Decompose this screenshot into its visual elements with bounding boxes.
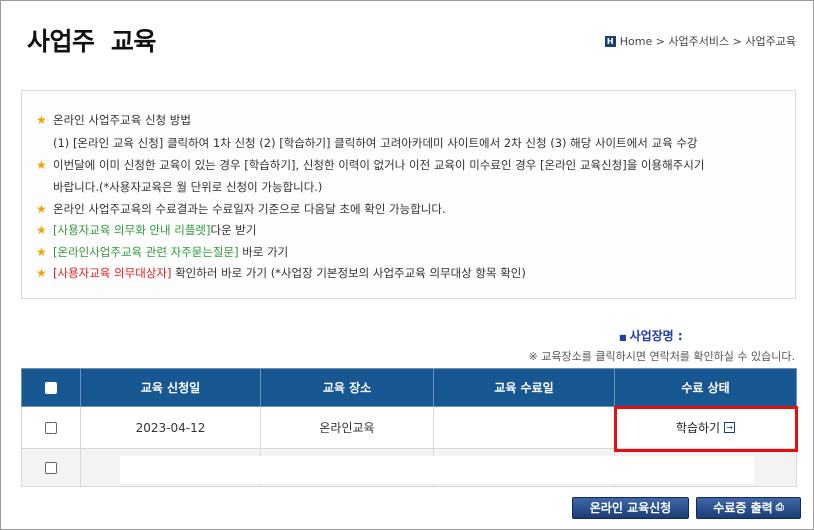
- study-button[interactable]: 학습하기 →: [675, 419, 736, 436]
- notice-line: ★ [사용자교육 의무대상자] 확인하러 바로 가기 (*사업장 기본정보의 사…: [36, 265, 526, 281]
- star-icon: ★: [36, 158, 47, 172]
- column-header: 교육 장소: [260, 368, 434, 407]
- notice-text: 다운 받기: [210, 223, 257, 237]
- square-bullet-icon: ■: [619, 333, 627, 342]
- redacted-area: [120, 456, 754, 484]
- notice-text: (1) [온라인 교육 신청] 클릭하여 1차 신청 (2) [학습하기] 클릭…: [53, 136, 698, 150]
- notice-box: ★ 온라인 사업주교육 신청 방법 (1) [온라인 교육 신청] 클릭하여 1…: [21, 90, 796, 299]
- notice-line: ★ 온라인 사업주교육 신청 방법: [36, 112, 191, 128]
- notice-text: 바랍니다.(*사용자교육은 월 단위로 신청이 가능합니다.): [53, 180, 323, 194]
- notice-line: ★ [사용자교육 의무화 안내 리플렛] 다운 받기: [36, 222, 256, 238]
- page-title: 사업주 교육: [27, 27, 156, 56]
- breadcrumb-separator: >: [652, 34, 669, 48]
- row-checkbox[interactable]: [45, 462, 57, 474]
- notice-line: (1) [온라인 교육 신청] 클릭하여 1차 신청 (2) [학습하기] 클릭…: [53, 135, 698, 151]
- leaflet-download-link[interactable]: [사용자교육 의무화 안내 리플렛]: [53, 222, 210, 238]
- breadcrumb-business-service[interactable]: 사업주서비스: [668, 33, 729, 49]
- home-icon: H: [604, 35, 616, 47]
- apply-date-cell: 2023-04-12: [80, 406, 261, 449]
- enter-icon: →: [724, 422, 736, 433]
- column-header: 교육 신청일: [80, 368, 261, 407]
- business-name-text: 사업장명 :: [629, 329, 683, 343]
- faq-link[interactable]: [온라인사업주교육 관련 자주묻는질문]: [53, 244, 239, 260]
- select-all-cell: [21, 368, 81, 407]
- column-header: 수료 상태: [614, 368, 797, 407]
- star-icon: ★: [36, 202, 47, 216]
- study-label: 학습하기: [675, 421, 721, 435]
- notice-line: ★ 온라인 사업주교육의 수료결과는 수료일자 기준으로 다음달 초에 확인 가…: [36, 201, 446, 217]
- notice-text: 이번달에 이미 신청한 교육이 있는 경우 [학습하기], 신청한 이력이 없거…: [53, 158, 705, 172]
- online-apply-button[interactable]: 온라인 교육신청: [572, 497, 689, 519]
- completed-date-cell: [433, 406, 615, 449]
- star-icon: ★: [36, 245, 47, 259]
- breadcrumb-current: 사업주교육: [745, 35, 796, 48]
- notice-text: 온라인 사업주교육의 수료결과는 수료일자 기준으로 다음달 초에 확인 가능합…: [53, 202, 446, 216]
- column-header: 교육 수료일: [433, 368, 615, 407]
- notice-text: 확인하러 바로 가기 (*사업장 기본정보의 사업주교육 의무대상 항목 확인): [171, 266, 526, 280]
- table-header-row: 교육 신청일 교육 장소 교육 수료일 수료 상태: [21, 368, 797, 407]
- star-icon: ★: [36, 266, 47, 280]
- table-row: 2023-04-12 온라인교육 학습하기 →: [21, 406, 797, 449]
- notice-line: ★ 이번달에 이미 신청한 교육이 있는 경우 [학습하기], 신청한 이력이 …: [36, 157, 704, 173]
- notice-text: 온라인 사업주교육 신청 방법: [53, 113, 191, 127]
- print-icon: ⎙: [775, 502, 784, 513]
- row-select-cell: [21, 448, 81, 487]
- notice-line: 바랍니다.(*사용자교육은 월 단위로 신청이 가능합니다.): [53, 179, 322, 195]
- breadcrumb: H Home > 사업주서비스 > 사업주교육: [604, 33, 796, 49]
- certificate-print-label: 수료증 출력: [713, 501, 773, 515]
- notice-line: ★ [온라인사업주교육 관련 자주묻는질문] 바로 가기: [36, 244, 288, 260]
- notice-text: 바로 가기: [238, 245, 289, 259]
- status-cell: 학습하기 →: [614, 406, 797, 449]
- business-name-label: ■ 사업장명 :: [619, 327, 683, 344]
- place-hint: ※ 교육장소를 클릭하시면 연락처를 확인하실 수 있습니다.: [528, 350, 795, 363]
- breadcrumb-separator: >: [729, 34, 746, 48]
- row-checkbox[interactable]: [45, 422, 57, 434]
- breadcrumb-home[interactable]: Home: [620, 35, 652, 48]
- mandatory-target-link[interactable]: [사용자교육 의무대상자]: [53, 265, 171, 281]
- select-all-checkbox[interactable]: [45, 382, 57, 394]
- place-cell[interactable]: 온라인교육: [260, 406, 434, 449]
- row-select-cell: [21, 406, 81, 449]
- certificate-print-button[interactable]: 수료증 출력 ⎙: [696, 497, 801, 519]
- star-icon: ★: [36, 223, 47, 237]
- star-icon: ★: [36, 113, 47, 127]
